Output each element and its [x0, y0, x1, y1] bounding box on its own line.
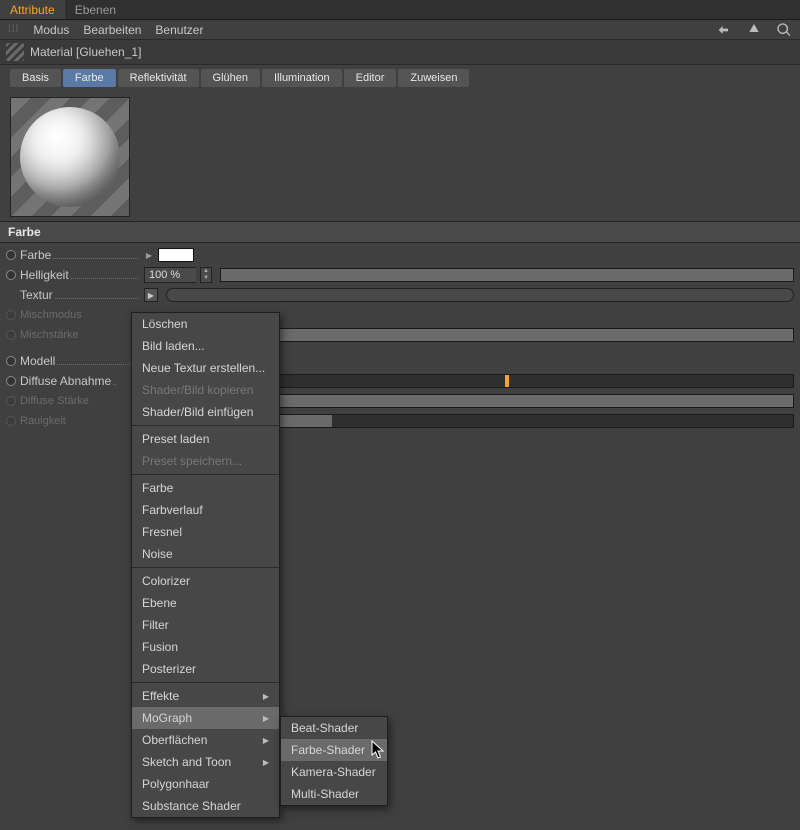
label-mischmodus: Mischmodus [20, 309, 130, 321]
ctx-item-sketch-and-toon[interactable]: Sketch and Toon▶ [132, 751, 279, 773]
tab-reflektivitaet[interactable]: Reflektivität [118, 69, 199, 87]
label-diffuse-abnahme: Diffuse Abnahme [20, 374, 111, 388]
separator [132, 682, 279, 683]
label-helligkeit: Helligkeit [20, 268, 69, 282]
tab-attribute[interactable]: Attribute [0, 0, 65, 19]
submenu-item[interactable]: Kamera-Shader [281, 761, 387, 783]
tab-gluehen[interactable]: Glühen [201, 69, 260, 87]
separator [132, 425, 279, 426]
material-title: Material [Gluehen_1] [30, 45, 141, 59]
expand-icon[interactable]: ▶ [144, 248, 154, 262]
ctx-item[interactable]: Fusion [132, 636, 279, 658]
ctx-item[interactable]: Fresnel [132, 521, 279, 543]
section-header-farbe: Farbe [0, 221, 800, 243]
ctx-item[interactable]: Filter [132, 614, 279, 636]
texture-field[interactable] [166, 288, 794, 302]
history-nav-icon[interactable] [716, 22, 732, 38]
tab-illumination[interactable]: Illumination [262, 69, 342, 87]
ctx-item-polygonhaar[interactable]: Polygonhaar [132, 773, 279, 795]
color-swatch[interactable] [158, 248, 194, 262]
label-textur: Textur [20, 288, 53, 302]
label-farbe: Farbe [20, 248, 51, 262]
ctx-item[interactable]: Farbe [132, 477, 279, 499]
param-bullet [6, 330, 16, 340]
mograph-submenu: Beat-ShaderFarbe-ShaderKamera-ShaderMult… [280, 716, 388, 806]
grip-icon: ⁞⁞⁞ [8, 24, 19, 35]
param-bullet[interactable] [6, 250, 16, 260]
submenu-arrow-icon: ▶ [263, 736, 269, 745]
helligkeit-slider[interactable] [220, 268, 794, 282]
ctx-item: Shader/Bild kopieren [132, 379, 279, 401]
param-bullet [6, 416, 16, 426]
ctx-item[interactable]: Farbverlauf [132, 499, 279, 521]
menu-bar: ⁞⁞⁞ Modus Bearbeiten Benutzer [0, 20, 800, 40]
preview-sphere [20, 107, 120, 207]
ctx-item-mograph[interactable]: MoGraph▶ [132, 707, 279, 729]
ctx-item[interactable]: Ebene [132, 592, 279, 614]
submenu-arrow-icon: ▶ [263, 714, 269, 723]
param-bullet[interactable] [6, 376, 16, 386]
menu-modus[interactable]: Modus [33, 23, 69, 37]
panel-tabs: Attribute Ebenen [0, 0, 800, 20]
diff-staerke-slider [216, 394, 794, 408]
mischstaerke-slider [216, 328, 794, 342]
param-bullet[interactable] [6, 356, 16, 366]
material-icon [6, 43, 24, 61]
diff-abnahme-slider[interactable] [216, 374, 794, 388]
ctx-item[interactable]: Posterizer [132, 658, 279, 680]
helligkeit-spinner[interactable]: ▲▼ [200, 267, 212, 283]
param-bullet[interactable] [6, 270, 16, 280]
tab-ebenen[interactable]: Ebenen [65, 0, 126, 19]
ctx-item-oberflächen[interactable]: Oberflächen▶ [132, 729, 279, 751]
texture-menu-button[interactable]: ▶ [144, 288, 158, 302]
submenu-item[interactable]: Multi-Shader [281, 783, 387, 805]
up-arrow-icon[interactable] [746, 22, 762, 38]
ctx-item[interactable]: Noise [132, 543, 279, 565]
ctx-item[interactable]: Colorizer [132, 570, 279, 592]
helligkeit-value[interactable]: 100 % [144, 267, 196, 283]
ctx-item[interactable]: Löschen [132, 313, 279, 335]
tab-editor[interactable]: Editor [344, 69, 397, 87]
texture-context-menu: LöschenBild laden...Neue Textur erstelle… [131, 312, 280, 818]
ctx-item-substance-shader[interactable]: Substance Shader [132, 795, 279, 817]
separator [132, 567, 279, 568]
search-icon[interactable] [776, 22, 792, 38]
property-tabs: Basis Farbe Reflektivität Glühen Illumin… [0, 65, 800, 91]
ctx-item[interactable]: Preset laden [132, 428, 279, 450]
ctx-item: Preset speichern... [132, 450, 279, 472]
menu-bearbeiten[interactable]: Bearbeiten [83, 23, 141, 37]
params-list: Farbe ▶ Helligkeit 100 % ▲▼ Textur ▶ Mis… [0, 243, 800, 433]
tab-farbe[interactable]: Farbe [63, 69, 116, 87]
submenu-item[interactable]: Farbe-Shader [281, 739, 387, 761]
tab-basis[interactable]: Basis [10, 69, 61, 87]
preview-area [0, 91, 800, 221]
submenu-arrow-icon: ▶ [263, 758, 269, 767]
param-bullet [6, 310, 16, 320]
ctx-item-effekte[interactable]: Effekte▶ [132, 685, 279, 707]
label-diffuse-staerke: Diffuse Stärke [20, 395, 130, 407]
rauigkeit-slider [216, 414, 794, 428]
separator [132, 474, 279, 475]
ctx-item[interactable]: Neue Textur erstellen... [132, 357, 279, 379]
material-title-row: Material [Gluehen_1] [0, 40, 800, 65]
ctx-item[interactable]: Shader/Bild einfügen [132, 401, 279, 423]
label-modell: Modell [20, 354, 55, 368]
label-mischstaerke: Mischstärke [20, 329, 130, 341]
tab-zuweisen[interactable]: Zuweisen [398, 69, 469, 87]
ctx-item[interactable]: Bild laden... [132, 335, 279, 357]
param-bullet [6, 396, 16, 406]
menu-benutzer[interactable]: Benutzer [155, 23, 203, 37]
submenu-item[interactable]: Beat-Shader [281, 717, 387, 739]
label-rauigkeit: Rauigkeit [20, 415, 130, 427]
material-preview[interactable] [10, 97, 130, 217]
submenu-arrow-icon: ▶ [263, 692, 269, 701]
